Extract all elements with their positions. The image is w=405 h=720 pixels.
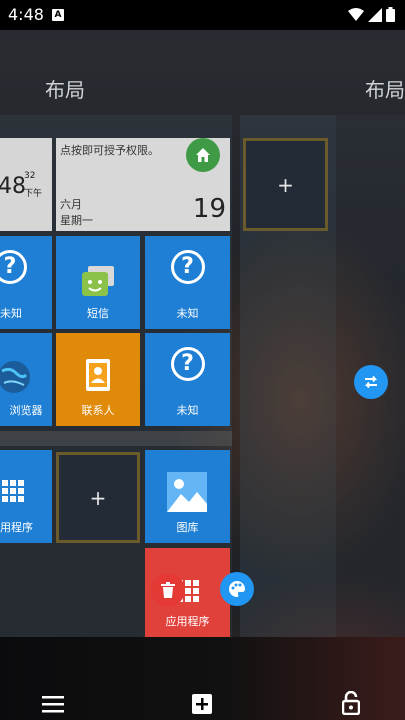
tile-label: 用程序 bbox=[0, 521, 33, 534]
gallery-icon bbox=[167, 472, 207, 512]
swap-pages-button[interactable] bbox=[354, 365, 388, 399]
empty-slot-right[interactable]: + bbox=[243, 138, 328, 231]
contacts-icon bbox=[86, 359, 110, 391]
grid-icon bbox=[2, 480, 24, 502]
empty-slot-left[interactable]: + bbox=[56, 452, 140, 543]
menu-button[interactable] bbox=[42, 695, 64, 717]
tile-label: 短信 bbox=[87, 307, 109, 320]
unlock-button[interactable] bbox=[341, 690, 361, 719]
browser-icon bbox=[0, 361, 30, 393]
tile-label: 未知 bbox=[176, 307, 199, 320]
battery-icon bbox=[386, 7, 395, 22]
palette-icon bbox=[229, 581, 245, 597]
browser-tile[interactable]: 浏览器 bbox=[0, 333, 52, 426]
status-time: 4:48 bbox=[8, 5, 44, 24]
calendar-month: 六月 bbox=[60, 198, 82, 211]
home-button[interactable] bbox=[186, 138, 220, 172]
page-title-left: 布局 bbox=[45, 78, 85, 102]
unknown-tile-1[interactable]: ? 未知 bbox=[0, 236, 52, 329]
gallery-tile[interactable]: 图库 bbox=[145, 450, 230, 543]
sms-icon bbox=[82, 266, 114, 296]
add-slot-plus: + bbox=[277, 172, 294, 197]
tile-label: 未知 bbox=[0, 307, 22, 320]
status-icons bbox=[348, 7, 395, 22]
clock-tile[interactable]: 48 32 下午 bbox=[0, 138, 52, 231]
delete-tile-button[interactable] bbox=[151, 573, 185, 607]
help-icon: ? bbox=[0, 250, 27, 284]
tile-color-button[interactable] bbox=[220, 572, 254, 606]
signal-icon bbox=[368, 7, 382, 22]
contacts-tile[interactable]: 联系人 bbox=[56, 333, 140, 426]
home-icon bbox=[196, 148, 210, 162]
calendar-day: 19 bbox=[192, 194, 226, 224]
calendar-notice: 点按即可授予权限。 bbox=[60, 144, 159, 157]
clock-ampm: 下午 bbox=[24, 189, 43, 199]
swap-icon bbox=[364, 375, 378, 389]
tile-label: 未知 bbox=[176, 404, 199, 417]
add-box-icon bbox=[192, 694, 212, 714]
sms-tile[interactable]: 短信 bbox=[56, 236, 140, 329]
group-separator bbox=[0, 431, 232, 446]
delete-icon bbox=[161, 582, 175, 598]
add-slot-plus: + bbox=[89, 485, 107, 510]
clock-time: 48 bbox=[0, 174, 26, 199]
tile-label: 图库 bbox=[176, 521, 199, 534]
add-button[interactable] bbox=[192, 694, 212, 718]
calendar-tile[interactable]: 点按即可授予权限。 六月 星期一 19 bbox=[56, 138, 230, 231]
apps-tile-1[interactable]: 用程序 bbox=[0, 450, 52, 543]
wifi-icon bbox=[348, 7, 364, 21]
tile-label: 联系人 bbox=[81, 404, 115, 417]
notification-icon: A bbox=[52, 9, 64, 21]
page-title-right: 布局 bbox=[365, 78, 405, 102]
unknown-tile-2[interactable]: ? 未知 bbox=[145, 236, 230, 329]
unknown-tile-3[interactable]: ? 未知 bbox=[145, 333, 230, 426]
calendar-weekday: 星期一 bbox=[60, 214, 93, 227]
help-icon: ? bbox=[170, 347, 205, 381]
clock-seconds: 32 bbox=[24, 171, 36, 181]
tile-label: 浏览器 bbox=[9, 404, 43, 417]
help-icon: ? bbox=[170, 250, 205, 284]
tile-label: 应用程序 bbox=[165, 615, 210, 628]
menu-icon bbox=[42, 696, 64, 713]
unlock-icon bbox=[341, 690, 361, 716]
status-bar: 4:48 A bbox=[0, 0, 405, 30]
